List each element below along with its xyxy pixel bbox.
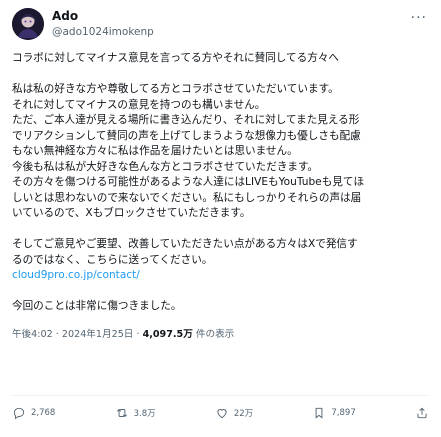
reply-icon: [13, 407, 25, 420]
text-line: もない無神経な方々に私は作品を届けたいとは思いません。: [12, 145, 298, 157]
post-time[interactable]: 午後4:02: [12, 329, 53, 340]
text-line: るのではなく、こちらに送ってください。: [12, 253, 213, 266]
tweet-text: コラボに対してマイナス意見を言ってる方やそれに賛同してる方々へ 私は私の好きな方…: [12, 51, 429, 315]
text-line: ただ、ご本人達が見える場所に書き込んだり、それに対してまた見える形: [12, 114, 360, 126]
like-button[interactable]: 22万: [215, 406, 253, 420]
repost-button[interactable]: 3.8万: [115, 406, 156, 420]
reply-button[interactable]: 2,768: [12, 406, 55, 420]
text-line: 今後も私は私が大好きな色んな方とコラボさせていただきます。: [12, 160, 319, 173]
user-handle[interactable]: @ado1024imokenp: [52, 25, 154, 39]
avatar[interactable]: [12, 8, 44, 40]
tweet-header: Ado @ado1024imokenp: [12, 7, 429, 41]
views-label: 件の表示: [192, 328, 235, 340]
repost-icon: [116, 408, 127, 418]
text-line: しいとは思わないので来ないでください。私にもしっかりそれらの声は届: [12, 191, 362, 204]
display-name[interactable]: Ado: [52, 9, 154, 23]
bookmark-button[interactable]: 7,897: [312, 406, 356, 420]
text-line: いているので、Xもブロックさせていただきます。: [12, 207, 251, 219]
text-line: その方々を傷つける可能性があるような人達にはLIVEもYouTubeも見てほ: [12, 176, 365, 188]
action-bar: 2,768 3.8万 22万 7,897: [12, 402, 429, 424]
text-line: 今回のことは非常に傷つきました。: [12, 300, 182, 312]
reply-count: 2,768: [31, 408, 56, 418]
meta-separator: ·: [133, 328, 143, 340]
share-button[interactable]: [415, 406, 429, 420]
view-count: 4,097.5万: [142, 328, 193, 340]
bookmark-icon: [316, 407, 323, 419]
bookmark-count: 7,897: [331, 408, 356, 418]
text-line: コラボに対してマイナス意見を言ってる方やそれに賛同してる方々へ: [12, 52, 340, 64]
text-line: 私は私の好きな方や尊敬してる方とコラボさせていただいています。: [12, 83, 339, 95]
text-line: それに対してマイナスの意見を持つのも構いません。: [12, 98, 266, 111]
meta-separator: ·: [52, 328, 62, 340]
share-icon: [417, 407, 427, 419]
contact-link[interactable]: cloud9pro.co.jp/contact/: [12, 268, 429, 284]
like-icon: [217, 409, 227, 419]
text-line: でリアクションして賛同の声を上げてしまうような想像力も優しさも配慮: [12, 129, 361, 142]
post-date[interactable]: 2024年1月25日: [62, 329, 134, 340]
divider: [12, 395, 429, 396]
tweet: Ado @ado1024imokenp ··· コラボに対してマイナス意見を言っ…: [0, 0, 441, 437]
tweet-meta: 午後4:02 · 2024年1月25日 · 4,097.5万 件の表示: [12, 327, 429, 343]
more-options-icon[interactable]: ···: [411, 11, 427, 25]
repost-count: 3.8万: [133, 409, 156, 419]
avatar-illustration: [12, 8, 44, 40]
author-names: Ado @ado1024imokenp: [52, 9, 154, 39]
text-line: そしてご意見やご要望、改善していただきたい点がある方々はXで発信す: [12, 238, 358, 250]
like-count: 22万: [233, 409, 254, 419]
